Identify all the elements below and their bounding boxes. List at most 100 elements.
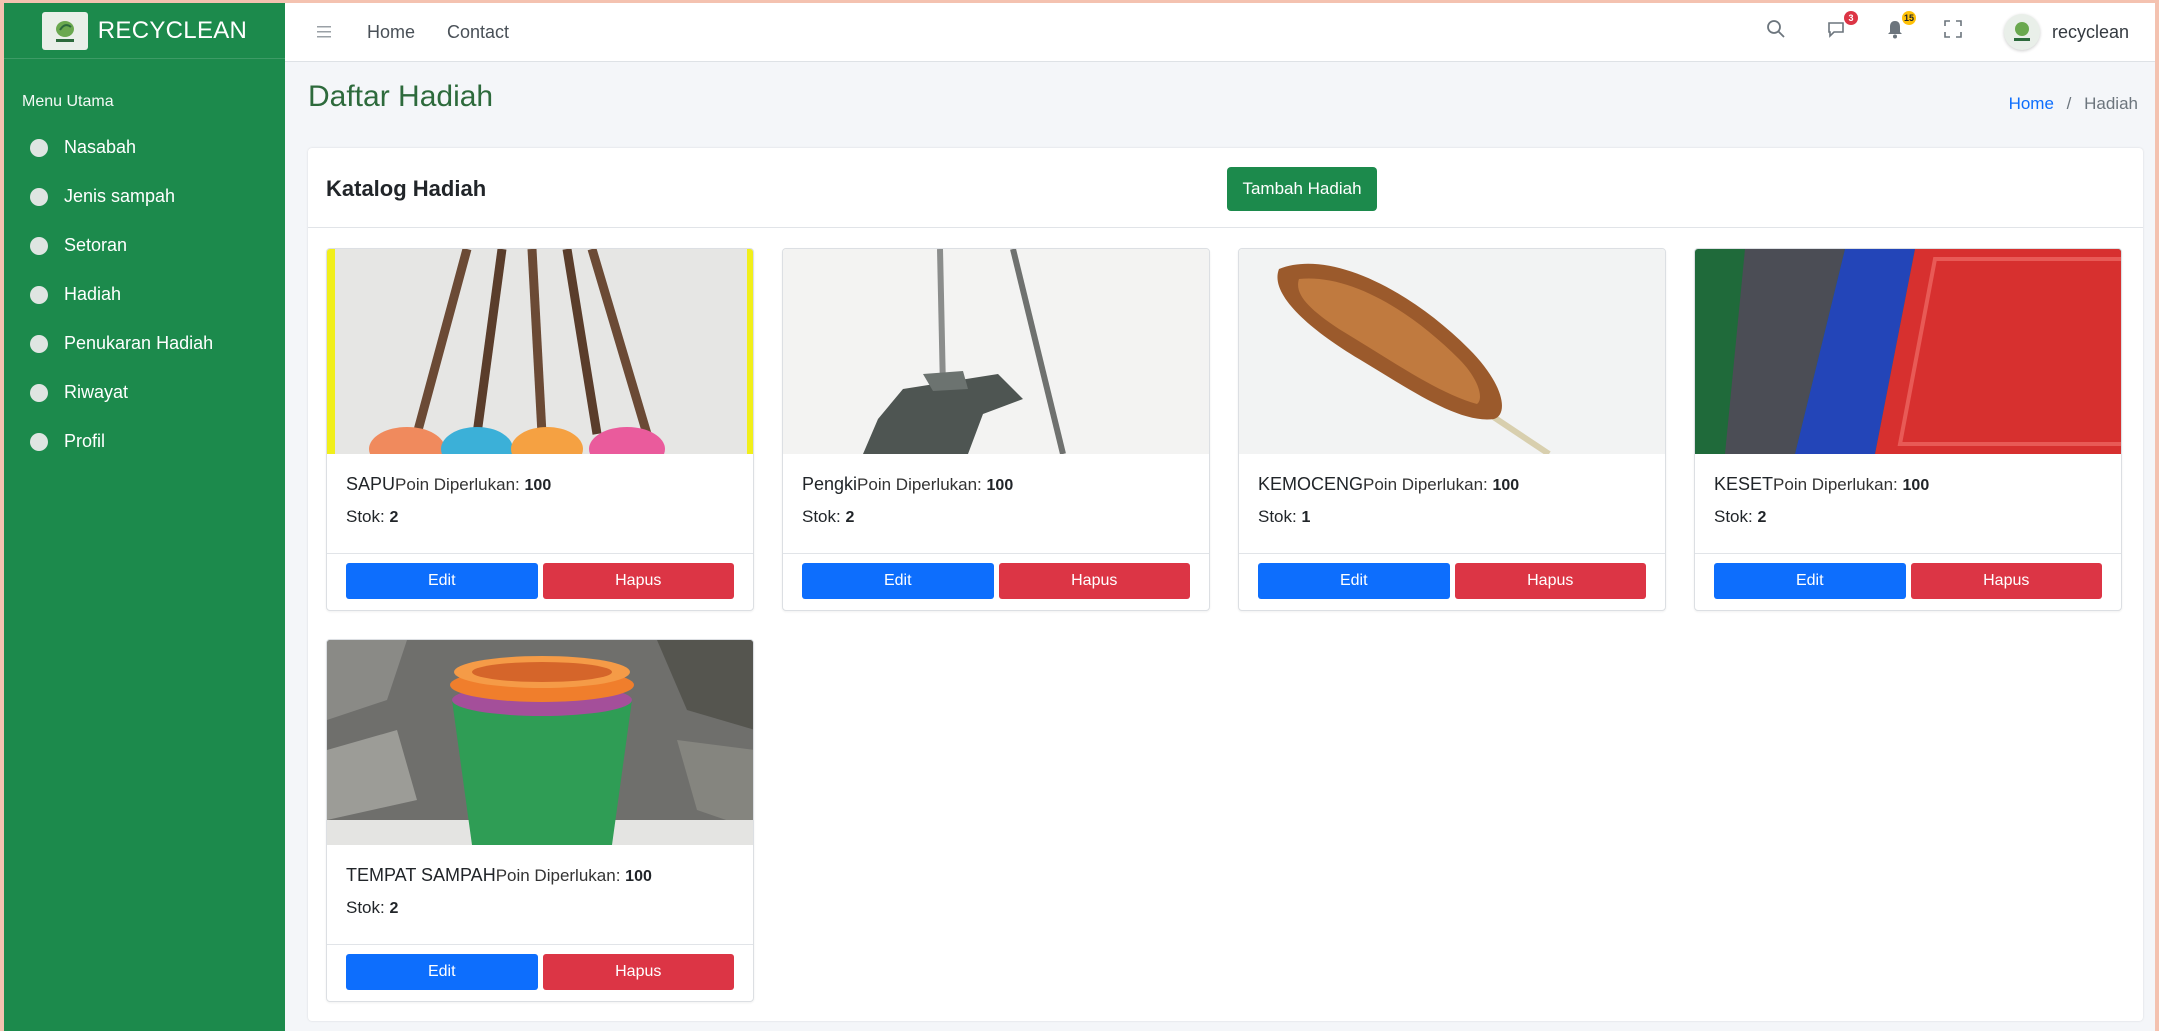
sidebar-item-label: Nasabah	[64, 137, 137, 157]
reward-actions: Edit Hapus	[327, 945, 753, 999]
reward-card: TEMPAT SAMPAHPoin Diperlukan: 100 Stok: …	[326, 639, 754, 1002]
nav-link-home[interactable]: Home	[367, 22, 415, 43]
points-label: Poin Diperlukan:	[395, 475, 520, 494]
edit-button[interactable]: Edit	[346, 954, 538, 990]
reward-points: 100	[986, 477, 1014, 494]
reward-stock: 2	[845, 509, 855, 526]
topbar: Home Contact 3 15 recyclean	[285, 3, 2155, 62]
breadcrumb-home[interactable]: Home	[2009, 94, 2054, 113]
circle-icon	[30, 432, 48, 451]
avatar[interactable]	[2003, 14, 2040, 50]
circle-icon	[30, 334, 48, 353]
sidebar-item-label: Setoran	[64, 235, 128, 255]
delete-button[interactable]: Hapus	[542, 954, 734, 990]
breadcrumb-current: Hadiah	[2084, 94, 2138, 113]
edit-button[interactable]: Edit	[1714, 563, 1906, 599]
reward-points: 100	[1902, 477, 1930, 494]
delete-button[interactable]: Hapus	[1910, 563, 2102, 599]
reward-card: SAPUPoin Diperlukan: 100 Stok: 2 Edit Ha…	[326, 248, 754, 611]
reward-points: 100	[625, 868, 652, 885]
sidebar-item-profil[interactable]: Profil	[4, 417, 285, 466]
sidebar-item-label: Jenis sampah	[64, 186, 176, 206]
recyclean-logo-icon	[41, 11, 88, 50]
circle-icon	[30, 138, 48, 157]
sidebar-item-nasabah[interactable]: Nasabah	[4, 123, 285, 172]
feather-duster-photo	[1239, 249, 1665, 454]
points-label: Poin Diperlukan:	[1363, 475, 1488, 494]
stock-label: Stok:	[346, 507, 385, 526]
reward-name: TEMPAT SAMPAH	[346, 865, 496, 885]
catalog-card: Katalog Hadiah Tambah Hadiah SAPUPoin Di…	[308, 148, 2143, 1021]
catalog-title: Katalog Hadiah	[326, 176, 487, 201]
reward-points: 100	[524, 477, 552, 494]
stock-label: Stok:	[1714, 507, 1753, 526]
messages-icon[interactable]: 3	[1826, 11, 1858, 45]
reward-card-body: SAPUPoin Diperlukan: 100 Stok: 2	[327, 454, 753, 554]
topbar-actions: 3 15 recyclean	[1726, 11, 2155, 50]
dustpan-photo	[783, 249, 1209, 454]
points-label: Poin Diperlukan:	[1773, 475, 1898, 494]
username[interactable]: recyclean	[2052, 22, 2129, 43]
sidebar-item-riwayat[interactable]: Riwayat	[4, 368, 285, 417]
messages-count-badge: 3	[1843, 11, 1858, 25]
edit-button[interactable]: Edit	[346, 563, 538, 599]
notifications-count-badge: 15	[1901, 11, 1916, 25]
reward-card-body: PengkiPoin Diperlukan: 100 Stok: 2	[783, 454, 1209, 554]
reward-card-body: TEMPAT SAMPAHPoin Diperlukan: 100 Stok: …	[327, 845, 753, 945]
circle-icon	[30, 187, 48, 206]
reward-stock: 2	[389, 509, 399, 526]
stock-label: Stok:	[802, 507, 841, 526]
reward-stock: 1	[1301, 509, 1311, 526]
reward-actions: Edit Hapus	[1695, 554, 2121, 608]
reward-name: SAPU	[346, 474, 396, 494]
reward-grid: SAPUPoin Diperlukan: 100 Stok: 2 Edit Ha…	[326, 248, 2125, 1002]
edit-button[interactable]: Edit	[802, 563, 994, 599]
edit-button[interactable]: Edit	[1258, 563, 1450, 599]
reward-stock: 2	[1757, 509, 1767, 526]
points-label: Poin Diperlukan:	[495, 866, 621, 885]
search-icon[interactable]	[1766, 19, 1786, 45]
sidebar-item-label: Riwayat	[64, 382, 129, 402]
delete-button[interactable]: Hapus	[1454, 563, 1646, 599]
reward-card-body: KEMOCENGPoin Diperlukan: 100 Stok: 1	[1239, 454, 1665, 554]
add-reward-button[interactable]: Tambah Hadiah	[1227, 167, 1377, 211]
circle-icon	[30, 285, 48, 304]
trash-bin-photo	[327, 640, 753, 845]
breadcrumb-separator: /	[2066, 94, 2072, 113]
stock-label: Stok:	[346, 898, 385, 917]
circle-icon	[30, 236, 48, 255]
app-frame: RECYCLEAN Menu Utama Nasabah Jenis sampa…	[4, 3, 2155, 1031]
sidebar-item-penukaran-hadiah[interactable]: Penukaran Hadiah	[4, 319, 285, 368]
reward-stock: 2	[389, 900, 399, 917]
reward-actions: Edit Hapus	[783, 554, 1209, 608]
bell-icon[interactable]: 15	[1886, 11, 1916, 45]
sidebar-item-label: Penukaran Hadiah	[64, 333, 214, 353]
hamburger-icon[interactable]	[317, 21, 331, 44]
reward-card: PengkiPoin Diperlukan: 100 Stok: 2 Edit …	[782, 248, 1210, 611]
broom-photo	[327, 249, 753, 454]
sidebar-item-label: Profil	[64, 431, 106, 451]
menu-header: Menu Utama	[22, 93, 114, 110]
fullscreen-icon[interactable]	[1944, 20, 1962, 44]
nav-link-contact[interactable]: Contact	[447, 22, 509, 43]
sidebar-item-jenis-sampah[interactable]: Jenis sampah	[4, 172, 285, 221]
reward-name: Pengki	[802, 474, 858, 494]
reward-card: KEMOCENGPoin Diperlukan: 100 Stok: 1 Edi…	[1238, 248, 1666, 611]
reward-actions: Edit Hapus	[1239, 554, 1665, 608]
reward-name: KEMOCENG	[1258, 474, 1364, 494]
sidebar-item-hadiah[interactable]: Hadiah	[4, 270, 285, 319]
page-title: Daftar Hadiah	[308, 80, 494, 113]
reward-card: KESETPoin Diperlukan: 100 Stok: 2 Edit H…	[1694, 248, 2122, 611]
catalog-card-header: Katalog Hadiah Tambah Hadiah	[308, 148, 2143, 228]
sidebar-item-label: Hadiah	[64, 284, 122, 304]
sidebar-item-setoran[interactable]: Setoran	[4, 221, 285, 270]
delete-button[interactable]: Hapus	[542, 563, 734, 599]
circle-icon	[30, 383, 48, 402]
breadcrumb: Home / Hadiah	[2009, 94, 2138, 114]
brand-name: RECYCLEAN	[97, 16, 248, 44]
points-label: Poin Diperlukan:	[857, 475, 982, 494]
delete-button[interactable]: Hapus	[998, 563, 1190, 599]
brand[interactable]: RECYCLEAN	[4, 3, 285, 59]
doormat-photo	[1695, 249, 2121, 454]
stock-label: Stok:	[1258, 507, 1297, 526]
